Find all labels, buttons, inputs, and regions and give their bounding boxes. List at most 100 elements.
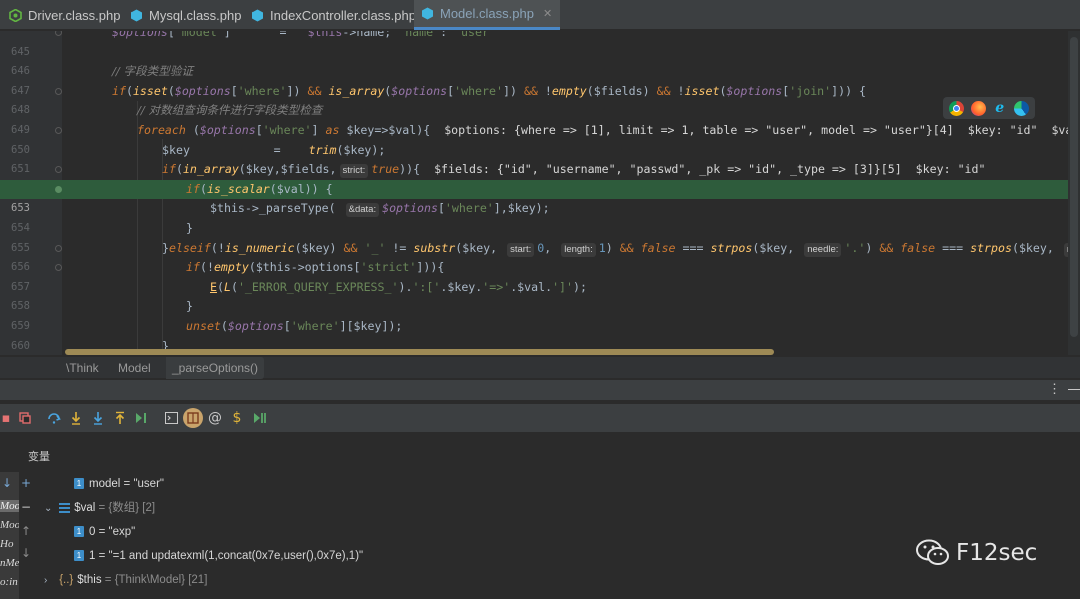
edge-icon[interactable] <box>1013 100 1029 116</box>
inline-debug-value: $options: {where => [1], limit => 1, tab… <box>444 123 1080 137</box>
variable-row[interactable]: 10 = "exp" <box>74 522 135 542</box>
code-line: 658 E(L('_ERROR_QUERY_EXPRESS_').':['.$k… <box>11 279 587 313</box>
code-line: 652 if(in_array($key,$fields,strict:true… <box>0 160 1080 195</box>
code-editor[interactable]: 645 $options['model'] = $this->name; 'na… <box>0 31 1080 355</box>
stop-icon[interactable]: ▪ <box>0 408 16 428</box>
step-out-icon[interactable] <box>110 408 130 428</box>
debug-toolbar: ▪ @ $ <box>0 404 1080 432</box>
tab-label: Mysql.class.php <box>149 7 242 23</box>
watermark: F12sec <box>916 536 1037 570</box>
code-line: 660 unset($options['where'][$key]); <box>11 319 403 352</box>
close-icon[interactable]: ✕ <box>543 7 552 20</box>
code-line: 657 if(!empty($this->options['strict']))… <box>11 260 445 293</box>
fold-marker[interactable] <box>55 244 62 252</box>
move-down-icon[interactable]: ↓ <box>21 546 31 560</box>
code-line: 655 } <box>11 221 193 254</box>
step-into-icon[interactable] <box>66 408 86 428</box>
horizontal-scrollbar[interactable] <box>65 349 774 355</box>
chrome-icon[interactable] <box>949 100 965 116</box>
debug-panel-header: ⋮ <box>0 380 1080 400</box>
vertical-scrollbar[interactable] <box>1068 31 1080 355</box>
force-step-into-icon[interactable] <box>88 408 108 428</box>
tab-model-class[interactable]: Model.class.php ✕ <box>414 0 561 30</box>
breadcrumb-item[interactable]: _parseOptions() <box>166 357 265 379</box>
variables-header: 变量 <box>28 451 50 463</box>
add-watch-icon[interactable]: + <box>21 476 31 490</box>
resume-program-icon[interactable] <box>250 408 270 428</box>
tab-mysql-class[interactable]: Mysql.class.php ✕ <box>129 0 260 30</box>
variable-row[interactable]: 11 = "=1 and updatexml(1,concat(0x7e,use… <box>74 546 363 566</box>
breadcrumb-item[interactable]: \Think <box>60 357 105 379</box>
tab-driver-class[interactable]: Driver.class.php ✕ <box>8 0 139 30</box>
run-to-cursor-icon[interactable] <box>132 408 152 428</box>
primitive-variable-icon: 1 <box>74 526 84 538</box>
frames-list[interactable]: Moo Moo Ho nMe o:in <box>0 472 19 599</box>
ie-icon[interactable]: e <box>992 100 1007 116</box>
firefox-icon[interactable] <box>970 100 986 116</box>
frame-item[interactable]: Moo <box>0 500 19 512</box>
frame-item[interactable]: Moo <box>0 519 19 531</box>
at-icon[interactable]: @ <box>205 408 225 428</box>
tab-label: Driver.class.php <box>28 7 121 23</box>
parameter-hint: &data: <box>345 203 380 218</box>
parameter-hint: length: <box>561 242 596 257</box>
watermark-text: F12sec <box>956 540 1038 566</box>
variable-row[interactable]: › {..} $this = {Think\Model} [21] <box>44 570 207 590</box>
frame-item[interactable]: o:in <box>0 576 18 588</box>
fold-marker[interactable] <box>55 127 62 134</box>
blue-php-icon <box>420 7 434 21</box>
tab-index-controller[interactable]: IndexController.class.php ✕ <box>250 0 434 30</box>
code-line: 656 }elseif(!is_numeric($key) && '_' != … <box>0 239 1080 273</box>
frame-item[interactable]: nMe <box>0 557 19 569</box>
variable-row[interactable]: ⌄ $val = {数组} [2] <box>44 498 155 518</box>
frame-item[interactable]: Ho <box>0 538 13 550</box>
parameter-hint: needle: <box>804 242 842 257</box>
code-line: 647 // 字段类型验证 <box>11 64 194 97</box>
tab-label: IndexController.class.php <box>270 7 416 23</box>
blue-php-icon <box>129 8 143 22</box>
minimize-icon[interactable] <box>1068 380 1080 390</box>
breadcrumb: \Think Model _parseOptions() <box>0 356 1080 379</box>
parameter-hint: start: <box>507 242 535 257</box>
execution-point-icon[interactable] <box>55 185 62 193</box>
move-up-icon[interactable]: ↑ <box>21 524 31 538</box>
code-line: 651 $key = trim($key); <box>11 142 386 176</box>
fold-marker[interactable] <box>55 166 62 174</box>
blue-php-icon <box>250 8 264 22</box>
more-options-icon[interactable]: ⋮ <box>1048 380 1061 400</box>
view-breakpoints-icon[interactable] <box>15 408 35 428</box>
tab-label: Model.class.php <box>440 6 534 21</box>
parameter-hint: strict: <box>339 164 369 179</box>
array-variable-icon <box>59 502 71 514</box>
inline-debug-value: $fields: {"id", "username", "passwd", _p… <box>434 162 986 177</box>
primitive-variable-icon: 1 <box>74 478 84 490</box>
frames-toggle-icon[interactable] <box>183 408 203 428</box>
chevron-right-icon[interactable]: › <box>44 571 56 591</box>
remove-watch-icon[interactable]: − <box>21 500 31 514</box>
current-execution-line: 653 if(is_scalar($val)) { <box>0 179 1080 214</box>
evaluate-expression-icon[interactable] <box>161 408 181 428</box>
variable-row[interactable]: 1 model = "user" <box>74 474 164 494</box>
editor-tab-bar: Driver.class.php ✕ Mysql.class.php ✕ Ind… <box>0 0 1080 30</box>
fold-marker[interactable] <box>55 31 62 36</box>
scrollbar-thumb[interactable] <box>1070 37 1078 337</box>
step-over-icon[interactable] <box>44 408 64 428</box>
wechat-icon <box>916 539 950 567</box>
code-line: 649 // 对数组查询条件进行字段类型检查 <box>11 103 323 136</box>
dollar-icon[interactable]: $ <box>227 408 247 428</box>
code-line: 654 $this->_parseType( &data: $options['w… <box>11 201 550 234</box>
code-line: 648 if(isset($options['where']) && is_ar… <box>11 83 867 117</box>
fold-marker[interactable] <box>55 264 62 272</box>
green-class-icon <box>8 8 22 22</box>
code-line: 650 foreach ($options['where'] as $key=>… <box>0 121 1080 156</box>
code-line: 646 <box>11 65 30 78</box>
breadcrumb-item[interactable]: Model <box>112 357 157 379</box>
chevron-down-icon[interactable]: ⌄ <box>44 499 56 519</box>
browser-preview-bar: e <box>943 97 1035 119</box>
primitive-variable-icon: 1 <box>74 550 84 562</box>
fold-marker[interactable] <box>55 87 62 95</box>
object-variable-icon: {..} <box>59 574 74 586</box>
variables-panel: 变量 Moo Moo Ho nMe o:in ↓ + − ↑ ↓ 1 model … <box>0 432 1080 599</box>
arrow-down-icon[interactable]: ↓ <box>2 476 12 490</box>
code-line: 659 } <box>11 299 193 332</box>
